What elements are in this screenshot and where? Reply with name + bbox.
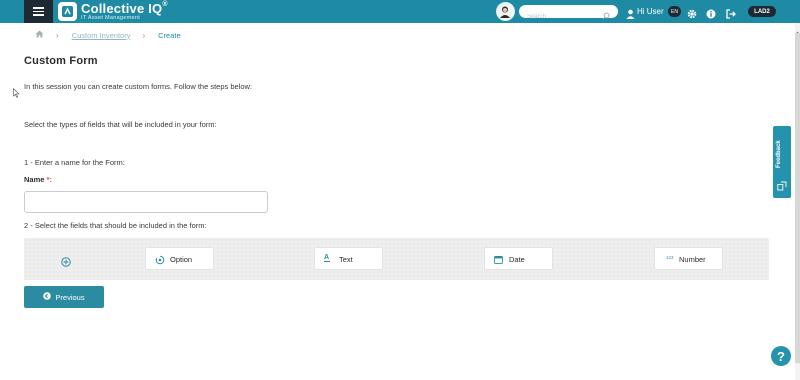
arrow-left-icon xyxy=(43,292,52,302)
form-name-input[interactable] xyxy=(24,191,268,213)
gear-icon[interactable] xyxy=(687,6,697,24)
menu-icon xyxy=(33,7,44,16)
field-text-button[interactable]: A Text xyxy=(314,247,383,270)
name-label: Name *: xyxy=(24,175,52,184)
select-types-text: Select the types of fields that will be … xyxy=(24,120,217,129)
environment-badge[interactable]: LAD2 xyxy=(748,6,776,17)
logout-icon[interactable] xyxy=(726,6,736,24)
breadcrumb: › Custom Inventory › Create xyxy=(35,30,181,40)
feedback-tab[interactable]: Feedback xyxy=(773,126,791,198)
help-button[interactable]: ? xyxy=(771,346,791,366)
info-icon[interactable] xyxy=(706,6,716,24)
language-badge[interactable]: EN xyxy=(668,6,681,17)
field-number-button[interactable]: 123 Number xyxy=(654,247,723,270)
text-icon: A xyxy=(324,254,330,262)
feedback-label: Feedback xyxy=(776,140,782,168)
breadcrumb-current: Create xyxy=(158,30,181,40)
field-option-button[interactable]: Option xyxy=(145,247,214,270)
field-date-label: Date xyxy=(509,255,525,264)
scroll-down-icon[interactable] xyxy=(795,374,800,380)
step-1-text: 1 - Enter a name for the Form: xyxy=(24,158,125,167)
scroll-up-icon[interactable] xyxy=(795,23,800,34)
user-icon xyxy=(626,6,635,24)
add-field-icon[interactable] xyxy=(61,254,71,267)
intro-text: In this session you can create custom fo… xyxy=(24,82,253,91)
field-number-label: Number xyxy=(679,255,706,264)
breadcrumb-custom-inventory[interactable]: Custom Inventory xyxy=(72,31,131,40)
mouse-pointer-icon xyxy=(13,85,20,103)
previous-button[interactable]: Previous xyxy=(24,286,104,308)
scrollbar[interactable] xyxy=(795,23,800,380)
greeting[interactable]: Hi User xyxy=(637,7,664,16)
top-bar: Collective IQ® IT Asset Management Hi Us… xyxy=(0,0,800,24)
brand-tagline: IT Asset Management xyxy=(81,15,141,21)
search-icon[interactable] xyxy=(602,7,610,25)
home-icon[interactable] xyxy=(35,30,44,40)
number-icon: 123 xyxy=(666,255,674,260)
required-marker: *: xyxy=(46,175,52,184)
logo-icon xyxy=(58,2,77,21)
scroll-thumb[interactable] xyxy=(795,33,800,363)
field-date-button[interactable]: Date xyxy=(484,247,553,270)
avatar[interactable] xyxy=(496,2,515,21)
chevron-right-icon: › xyxy=(142,30,146,40)
option-icon xyxy=(155,255,165,267)
feedback-icon xyxy=(777,178,787,196)
previous-label: Previous xyxy=(55,292,85,302)
step-2-text: 2 - Select the fields that should be inc… xyxy=(24,221,207,230)
page-title: Custom Form xyxy=(24,55,98,67)
chevron-right-icon: › xyxy=(56,30,59,40)
menu-button[interactable] xyxy=(24,0,53,23)
calendar-icon xyxy=(494,255,503,266)
field-types-panel: Option A Text Date 123 Number xyxy=(24,238,769,280)
search-box xyxy=(519,5,618,24)
field-text-label: Text xyxy=(339,255,353,264)
field-option-label: Option xyxy=(170,255,193,264)
search-input[interactable] xyxy=(519,10,599,24)
brand-name: Collective IQ® xyxy=(81,1,168,16)
